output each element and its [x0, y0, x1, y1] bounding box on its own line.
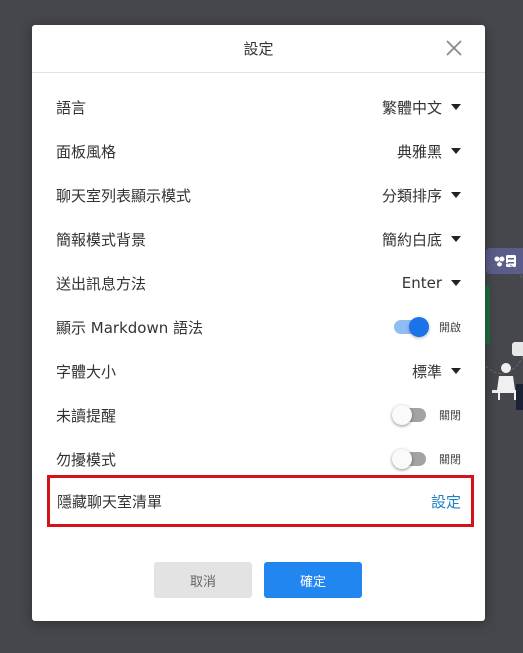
- chatroom-list-mode-select[interactable]: 分類排序: [382, 185, 461, 206]
- caret-down-icon: [451, 368, 461, 374]
- caret-down-icon: [451, 192, 461, 198]
- setting-row-font-size: 字體大小 標準: [56, 349, 461, 393]
- background-dark-block: [516, 384, 523, 410]
- do-not-disturb-toggle-group: 關閉: [392, 449, 461, 469]
- select-value: 典雅黑: [396, 142, 442, 161]
- caret-down-icon: [451, 148, 461, 154]
- select-value: Enter: [401, 274, 442, 292]
- toggle-knob: [409, 317, 429, 337]
- markdown-toggle-group: 開啟: [394, 317, 461, 337]
- unread-reminder-toggle[interactable]: [392, 405, 426, 425]
- setting-label: 未讀提醒: [56, 406, 117, 425]
- send-method-select[interactable]: Enter: [402, 274, 461, 292]
- select-value: 繁體中文: [381, 98, 442, 117]
- do-not-disturb-toggle[interactable]: [392, 449, 426, 469]
- toggle-knob: [392, 405, 412, 425]
- cancel-button[interactable]: 取消: [154, 562, 252, 598]
- settings-list: 語言 繁體中文 面板風格 典雅黑 聊天室列表顯示模式 分類排序 簡報模式背景 簡…: [56, 85, 461, 481]
- setting-label: 語言: [56, 98, 87, 117]
- setting-label: 面板風格: [56, 142, 117, 161]
- setting-row-presentation-background: 簡報模式背景 簡約白底: [56, 217, 461, 261]
- unread-reminder-toggle-group: 關閉: [392, 405, 461, 425]
- toggle-knob: [392, 449, 412, 469]
- close-icon[interactable]: [445, 39, 463, 57]
- dialog-title: 設定: [243, 40, 274, 58]
- hidden-chatrooms-settings-link[interactable]: 設定: [431, 491, 461, 512]
- confirm-button[interactable]: 確定: [264, 562, 362, 598]
- language-select[interactable]: 繁體中文: [382, 97, 461, 118]
- settings-dialog: 設定 語言 繁體中文 面板風格 典雅黑 聊天室列表顯示模式 分類排序 簡報模式背…: [32, 25, 485, 621]
- caret-down-icon: [451, 104, 461, 110]
- panel-style-select[interactable]: 典雅黑: [397, 141, 461, 162]
- setting-label: 送出訊息方法: [56, 274, 147, 293]
- hidden-chatrooms-label: 隱藏聊天室清單: [57, 492, 163, 511]
- setting-row-markdown: 顯示 Markdown 語法 開啟: [56, 305, 461, 349]
- setting-label: 字體大小: [56, 362, 117, 381]
- setting-row-send-method: 送出訊息方法 Enter: [56, 261, 461, 305]
- setting-label: 顯示 Markdown 語法: [56, 318, 203, 337]
- toggle-state-text: 關閉: [439, 453, 461, 466]
- setting-label: 聊天室列表顯示模式: [56, 186, 192, 205]
- presentation-background-select[interactable]: 簡約白底: [382, 229, 461, 250]
- setting-row-panel-style: 面板風格 典雅黑: [56, 129, 461, 173]
- font-size-select[interactable]: 標準: [412, 361, 461, 382]
- setting-label: 簡報模式背景: [56, 230, 147, 249]
- toggle-state-text: 關閉: [439, 409, 461, 422]
- markdown-toggle[interactable]: [394, 317, 429, 337]
- setting-row-chatroom-list-mode: 聊天室列表顯示模式 分類排序: [56, 173, 461, 217]
- caret-down-icon: [451, 280, 461, 286]
- setting-label: 勿擾模式: [56, 450, 117, 469]
- select-value: 簡約白底: [381, 230, 442, 249]
- dialog-header: 設定: [32, 25, 485, 73]
- hidden-chatrooms-row: 隱藏聊天室清單 設定: [47, 475, 474, 527]
- setting-row-language: 語言 繁體中文: [56, 85, 461, 129]
- background-small-badge: [512, 342, 523, 356]
- setting-row-unread-reminder: 未讀提醒 關閉: [56, 393, 461, 437]
- select-value: 分類排序: [381, 186, 442, 205]
- toggle-state-text: 開啟: [439, 321, 461, 334]
- caret-down-icon: [451, 236, 461, 242]
- select-value: 標準: [411, 362, 442, 381]
